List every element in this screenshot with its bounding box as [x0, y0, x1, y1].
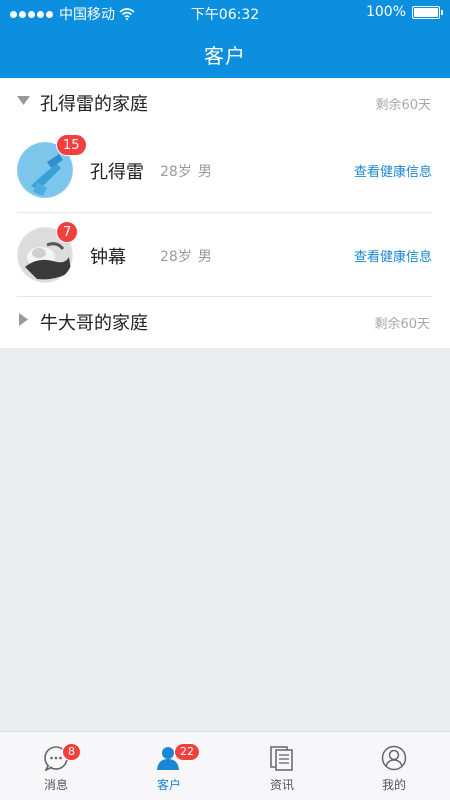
tab-bar: 8 消息 22 客户 资讯 我的 — [0, 731, 450, 800]
family-name: 牛大哥的家庭 — [40, 313, 148, 334]
member-age: 28岁 — [160, 164, 192, 180]
member-row[interactable]: 7 钟幕 28岁男 查看健康信息 — [17, 212, 432, 296]
tab-label: 我的 — [381, 778, 406, 792]
message-count-badge: 15 — [56, 134, 87, 156]
family-header-niu[interactable]: 牛大哥的家庭 剩余60天 — [17, 296, 432, 344]
app-header: 中国移动 下午06:32 100% 客户 — [0, 0, 450, 78]
tab-news[interactable]: 资讯 — [226, 732, 338, 800]
tab-label: 资讯 — [269, 778, 294, 792]
profile-icon — [381, 745, 407, 771]
remaining-days: 剩余60天 — [374, 317, 430, 332]
battery-percent: 100% — [365, 4, 406, 20]
view-health-info-link[interactable]: 查看健康信息 — [354, 161, 432, 180]
member-meta: 28岁男 — [160, 161, 212, 181]
member-meta: 28岁男 — [160, 246, 212, 266]
news-icon — [270, 746, 293, 771]
caret-right-icon — [19, 313, 28, 326]
tab-mine[interactable]: 我的 — [338, 732, 450, 800]
tab-label: 客户 — [156, 778, 181, 792]
view-health-info-link[interactable]: 查看健康信息 — [354, 246, 432, 265]
tab-messages[interactable]: 8 消息 — [0, 732, 112, 800]
member-name: 钟幕 — [90, 247, 126, 268]
tab-badge: 22 — [174, 743, 200, 761]
member-gender: 男 — [197, 249, 212, 265]
battery-icon — [412, 5, 443, 19]
caret-down-icon — [17, 96, 30, 105]
member-row[interactable]: 15 孔得雷 28岁男 查看健康信息 — [17, 128, 432, 212]
tab-label: 消息 — [43, 778, 68, 792]
tab-badge: 8 — [62, 743, 81, 761]
remaining-days: 剩余60天 — [375, 98, 431, 113]
family-header-kong[interactable]: 孔得雷的家庭 剩余60天 — [0, 78, 450, 126]
status-bar: 中国移动 下午06:32 100% — [0, 0, 450, 26]
page-title: 客户 — [204, 44, 246, 68]
member-age: 28岁 — [160, 249, 192, 265]
member-gender: 男 — [197, 164, 212, 180]
member-name: 孔得雷 — [90, 162, 144, 183]
status-right: 100% — [365, 4, 443, 20]
family-name: 孔得雷的家庭 — [40, 94, 148, 115]
customer-list: 孔得雷的家庭 剩余60天 15 孔得雷 28岁男 查看健康信息 7 钟幕 28岁… — [0, 78, 450, 348]
message-count-badge: 7 — [56, 221, 79, 243]
tab-customers[interactable]: 22 客户 — [113, 732, 225, 800]
